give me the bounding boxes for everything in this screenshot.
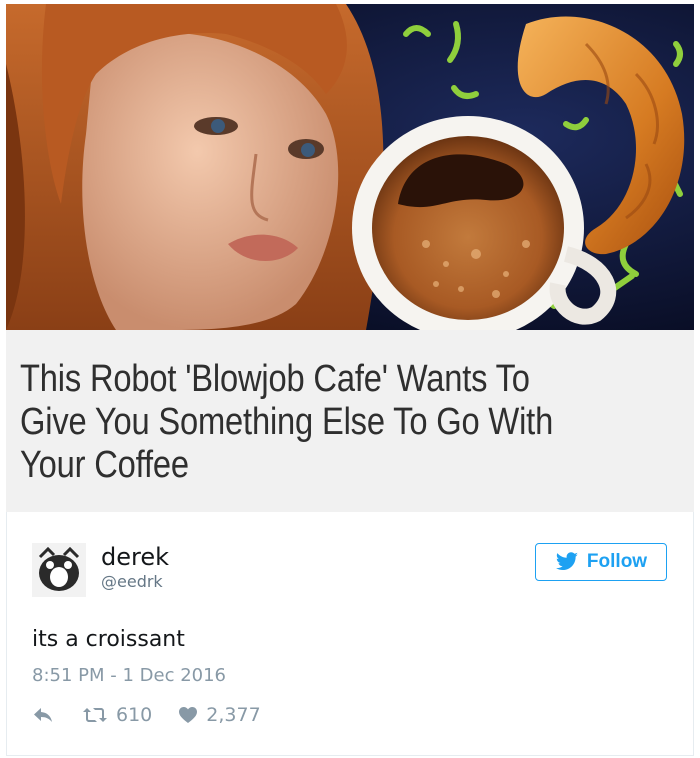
twitter-bird-icon: [555, 552, 578, 570]
article-image: [6, 4, 694, 330]
reply-icon: [34, 708, 52, 722]
avatar-image: [32, 543, 86, 597]
article-headline[interactable]: This Robot 'Blowjob Cafe' Wants To Give …: [20, 358, 591, 487]
like-count: 2,377: [206, 704, 261, 726]
avatar[interactable]: [32, 543, 86, 597]
heart-icon: [179, 707, 198, 723]
tweet-text: its a croissant: [32, 627, 185, 652]
retweet-button[interactable]: 610: [82, 704, 152, 726]
tweet-actions: 610 2,377: [32, 702, 261, 728]
reply-button[interactable]: [32, 706, 54, 724]
follow-button[interactable]: Follow: [535, 543, 667, 581]
retweet-icon: [83, 708, 107, 722]
article-card[interactable]: This Robot 'Blowjob Cafe' Wants To Give …: [6, 4, 694, 512]
follow-label: Follow: [586, 551, 648, 572]
like-button[interactable]: 2,377: [178, 704, 261, 726]
handle[interactable]: @eedrk: [101, 572, 163, 592]
tweet-card: derek @eedrk Follow its a croissant 8:51…: [6, 512, 694, 756]
display-name[interactable]: derek: [101, 542, 169, 572]
timestamp[interactable]: 8:51 PM - 1 Dec 2016: [32, 664, 226, 688]
retweet-count: 610: [116, 704, 153, 726]
